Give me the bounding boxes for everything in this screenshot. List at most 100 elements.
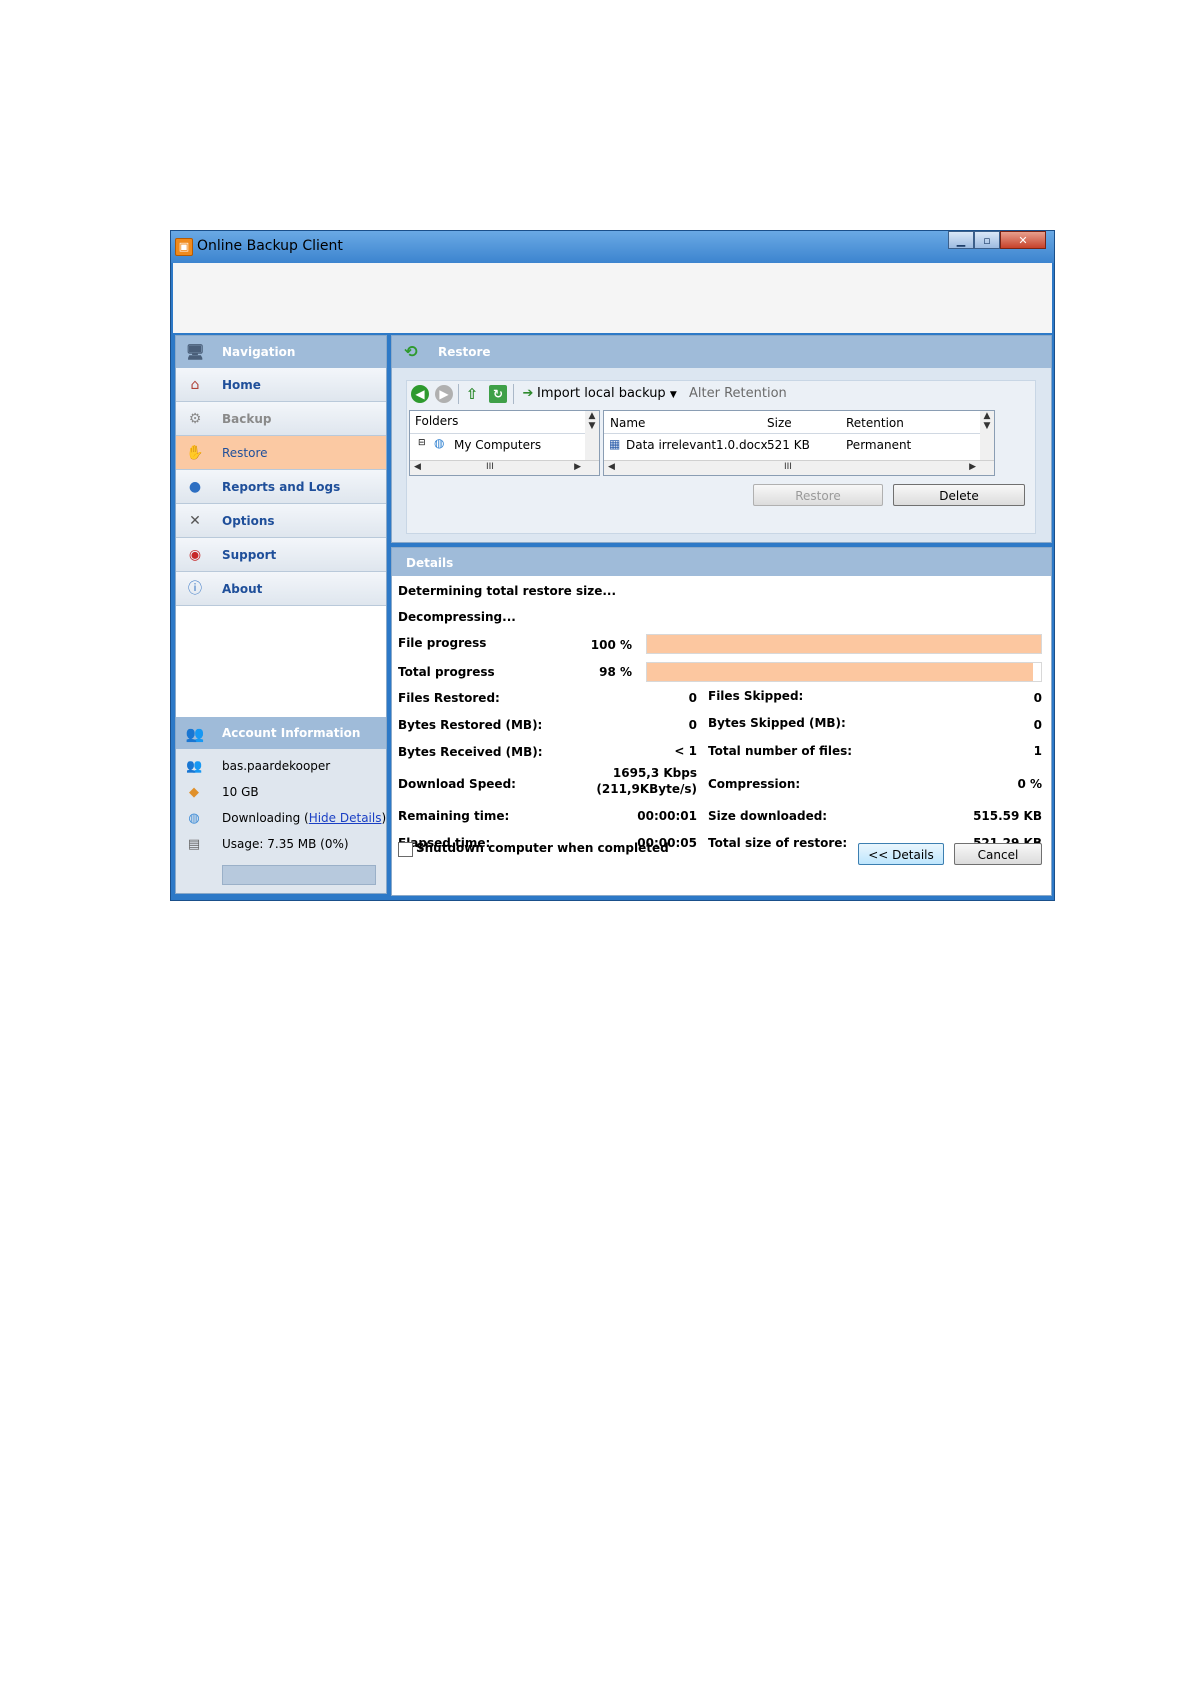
nav-item-restore[interactable]: ✋ Restore bbox=[176, 436, 386, 470]
download-speed-value: 1695,3 Kbps bbox=[612, 766, 697, 780]
status-decompressing: Decompressing... bbox=[398, 610, 516, 624]
computer-icon: 🖥 bbox=[185, 343, 205, 361]
remaining-time-label: Remaining time: bbox=[398, 809, 510, 823]
usage-bar bbox=[222, 865, 376, 885]
bytes-received-label: Bytes Received (MB): bbox=[398, 745, 543, 759]
globe-icon: ◍ bbox=[434, 436, 445, 450]
nav-item-options[interactable]: ✕ Options bbox=[176, 504, 386, 538]
tree-item-my-computers[interactable]: My Computers bbox=[454, 438, 541, 452]
package-icon: ◆ bbox=[189, 785, 199, 800]
total-files-value: 1 bbox=[1033, 744, 1042, 758]
alter-retention-button[interactable]: Alter Retention bbox=[689, 386, 787, 401]
restore-icon: ✋ bbox=[186, 445, 204, 461]
bytes-skipped-value: 0 bbox=[1033, 718, 1042, 732]
restore-arrow-icon: ⟲ bbox=[404, 342, 418, 361]
app-lock-icon: ▣ bbox=[175, 238, 193, 256]
refresh-icon[interactable]: ↻ bbox=[489, 385, 507, 403]
folders-horizontal-scrollbar[interactable]: ◀ III ▶ bbox=[410, 460, 599, 475]
column-retention[interactable]: Retention bbox=[846, 416, 904, 430]
nav-item-backup[interactable]: ⚙ Backup bbox=[176, 402, 386, 436]
bytes-restored-label: Bytes Restored (MB): bbox=[398, 718, 543, 732]
remaining-time-value: 00:00:01 bbox=[637, 809, 697, 823]
bytes-received-value: < 1 bbox=[674, 744, 697, 758]
column-name[interactable]: Name bbox=[610, 416, 645, 430]
tree-collapse-icon[interactable]: ⊟ bbox=[418, 438, 426, 448]
nav-item-home[interactable]: ⌂ Home bbox=[176, 368, 386, 402]
files-vertical-scrollbar[interactable]: ▲ ▼ bbox=[980, 411, 994, 461]
compression-value: 0 % bbox=[1017, 777, 1042, 791]
up-folder-icon[interactable]: ⇧ bbox=[463, 385, 481, 403]
total-progress-bar bbox=[646, 662, 1042, 682]
total-files-label: Total number of files: bbox=[708, 744, 853, 758]
minimize-button[interactable]: ▁ bbox=[948, 231, 974, 249]
restore-header: ⟲ Restore bbox=[392, 336, 1051, 368]
delete-button[interactable]: Delete bbox=[893, 484, 1025, 506]
files-restored-label: Files Restored: bbox=[398, 691, 500, 705]
files-restored-value: 0 bbox=[688, 691, 697, 705]
total-restore-size-label: Total size of restore: bbox=[708, 836, 848, 850]
about-icon: ⓘ bbox=[188, 581, 202, 597]
folders-header: Folders bbox=[415, 414, 459, 428]
chevron-down-icon: ▼ bbox=[669, 390, 677, 400]
compression-label: Compression: bbox=[708, 777, 801, 791]
account-information: 👥 Account Information 👥 bas.paardekooper… bbox=[176, 717, 386, 893]
details-toggle-button[interactable]: << Details bbox=[858, 843, 944, 865]
files-skipped-label: Files Skipped: bbox=[708, 689, 804, 703]
import-local-backup-button[interactable]: Import local backup ▼ bbox=[537, 386, 677, 401]
details-header: Details bbox=[392, 548, 1051, 576]
reports-icon: ● bbox=[188, 479, 202, 495]
folders-vertical-scrollbar[interactable]: ▲ ▼ bbox=[585, 411, 599, 461]
status-determining: Determining total restore size... bbox=[398, 584, 617, 598]
total-progress-value: 98 % bbox=[599, 665, 632, 679]
users-icon: 👥 bbox=[185, 725, 205, 743]
navigation-header: 🖥 Navigation bbox=[176, 336, 386, 368]
files-list: Name Size Retention ▦ Data irrelevant1.0… bbox=[603, 410, 995, 476]
shutdown-label: Shutdown computer when completed bbox=[416, 841, 669, 855]
download-speed-label: Download Speed: bbox=[398, 777, 516, 791]
download-globe-icon: ◍ bbox=[188, 811, 200, 826]
restore-toolbar: ◀ ▶ ⇧ ↻ ➔ Import local backup ▼ Alter Re… bbox=[407, 381, 1035, 407]
size-downloaded-label: Size downloaded: bbox=[708, 809, 828, 823]
file-progress-fill bbox=[647, 635, 1041, 653]
window-title: Online Backup Client bbox=[197, 238, 343, 254]
cancel-button[interactable]: Cancel bbox=[954, 843, 1042, 865]
column-size[interactable]: Size bbox=[767, 416, 792, 430]
bytes-skipped-label: Bytes Skipped (MB): bbox=[708, 716, 846, 730]
forward-icon[interactable]: ▶ bbox=[435, 385, 453, 403]
file-progress-value: 100 % bbox=[590, 638, 632, 652]
import-icon: ➔ bbox=[522, 386, 534, 401]
backup-icon: ⚙ bbox=[188, 411, 202, 427]
nav-item-about[interactable]: ⓘ About bbox=[176, 572, 386, 606]
bytes-restored-value: 0 bbox=[688, 718, 697, 732]
maximize-button[interactable]: ▫ bbox=[974, 231, 1000, 249]
files-horizontal-scrollbar[interactable]: ◀ III ▶ bbox=[604, 460, 994, 475]
total-progress-fill bbox=[647, 663, 1034, 681]
home-icon: ⌂ bbox=[190, 377, 200, 393]
size-downloaded-value: 515.59 KB bbox=[973, 809, 1042, 823]
options-icon: ✕ bbox=[189, 513, 201, 529]
restore-button[interactable]: Restore bbox=[753, 484, 883, 506]
details-panel: Details Determining total restore size..… bbox=[391, 547, 1052, 896]
word-document-icon: ▦ bbox=[609, 437, 621, 451]
navigation-panel: 🖥 Navigation ⌂ Home ⚙ Backup ✋ Restore ●… bbox=[175, 335, 387, 894]
banner-area bbox=[173, 263, 1052, 333]
user-icon: 👥 bbox=[186, 759, 203, 774]
file-progress-label: File progress bbox=[398, 636, 487, 650]
nav-item-reports[interactable]: ● Reports and Logs bbox=[176, 470, 386, 504]
hide-details-link[interactable]: Hide Details bbox=[309, 811, 382, 825]
close-button[interactable]: ✕ bbox=[1000, 231, 1046, 249]
storage-icon: ▤ bbox=[187, 837, 201, 852]
title-bar[interactable]: ▣ Online Backup Client ▁ ▫ ✕ bbox=[171, 231, 1054, 263]
total-progress-label: Total progress bbox=[398, 665, 495, 679]
app-window: ▣ Online Backup Client ▁ ▫ ✕ 🖥 Navigatio… bbox=[170, 230, 1055, 901]
files-skipped-value: 0 bbox=[1033, 691, 1042, 705]
support-icon: ◉ bbox=[188, 547, 202, 563]
account-header: 👥 Account Information bbox=[176, 717, 386, 749]
folders-tree[interactable]: Folders ⊟ ◍ My Computers ▲ ▼ ◀ III ▶ bbox=[409, 410, 600, 476]
restore-panel: ⟲ Restore ◀ ▶ ⇧ ↻ ➔ Import local backup … bbox=[391, 335, 1052, 543]
shutdown-checkbox[interactable] bbox=[398, 842, 413, 857]
nav-item-support[interactable]: ◉ Support bbox=[176, 538, 386, 572]
back-icon[interactable]: ◀ bbox=[411, 385, 429, 403]
download-speed-value-kbyte: (211,9KByte/s) bbox=[596, 782, 697, 796]
file-progress-bar bbox=[646, 634, 1042, 654]
